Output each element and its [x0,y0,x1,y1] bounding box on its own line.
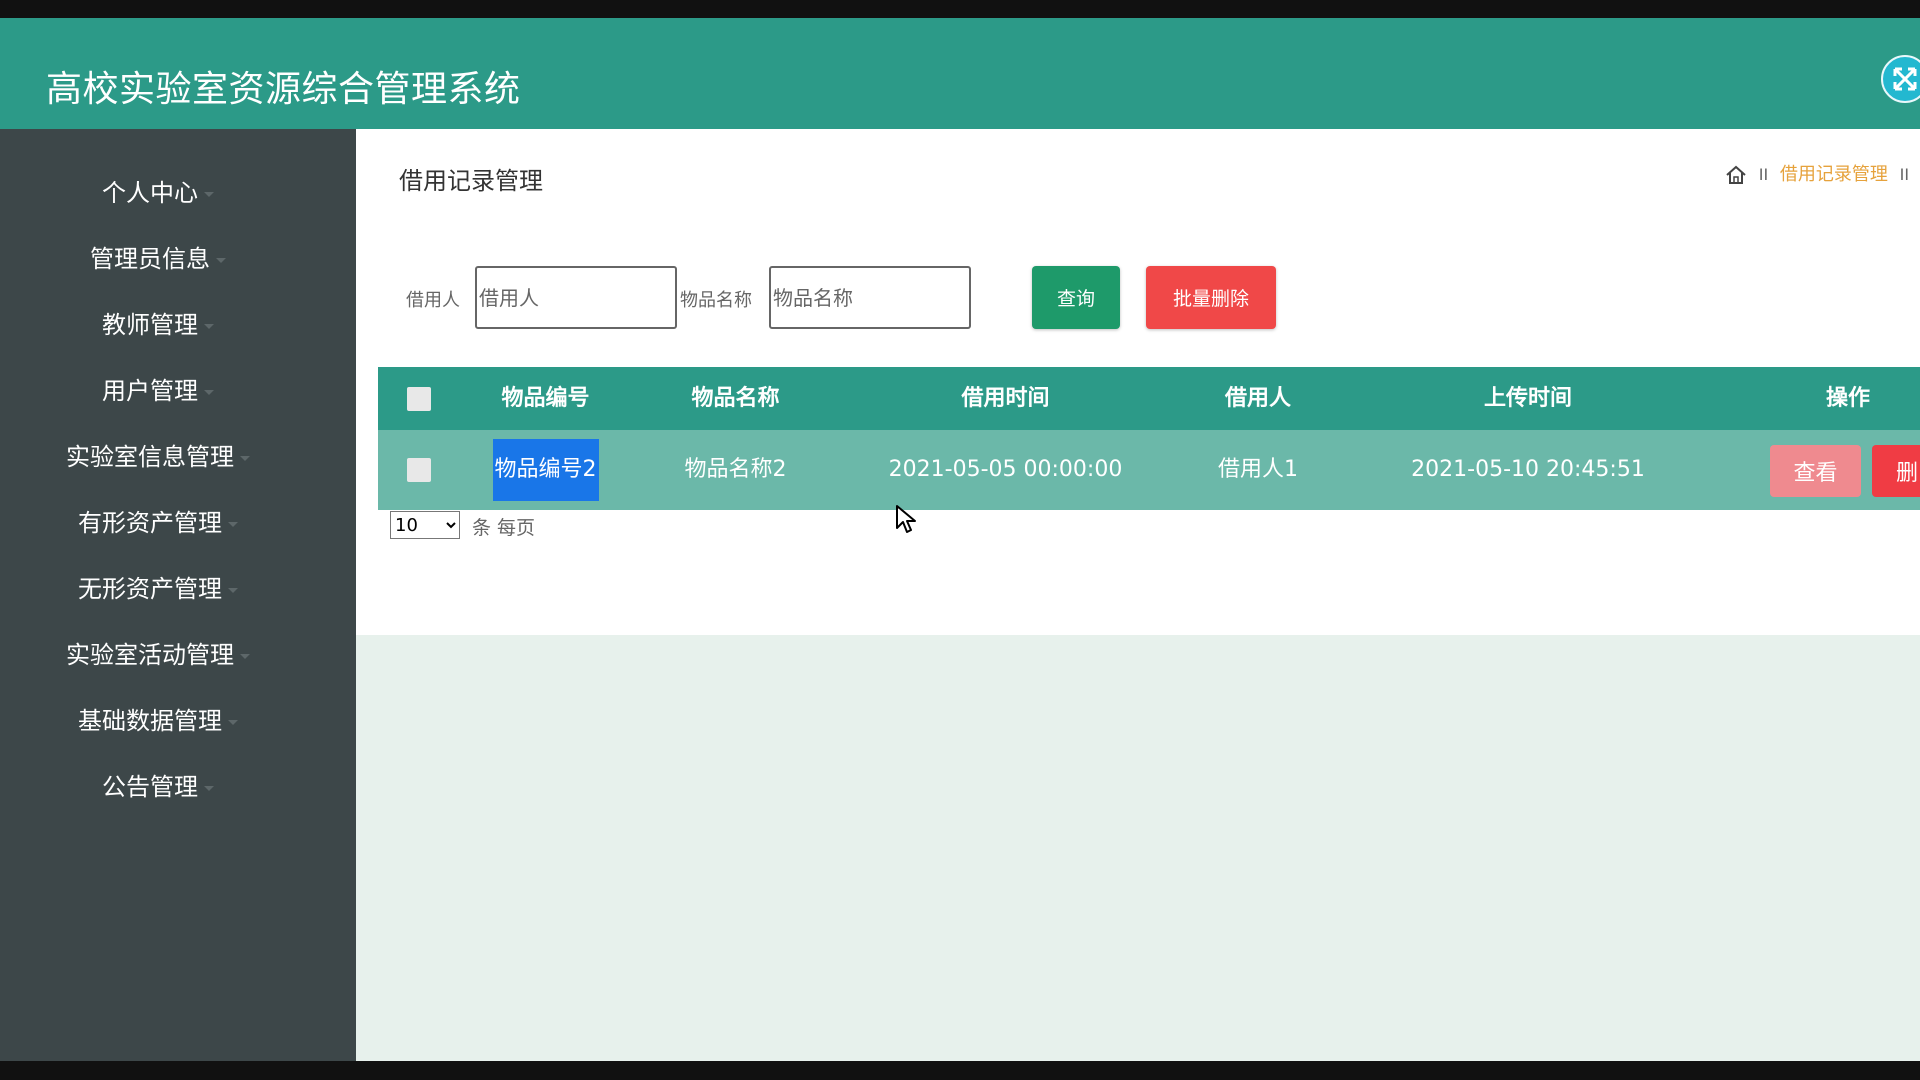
caret-down-icon [204,191,214,197]
sidebar-item-label: 实验室活动管理 [66,641,234,669]
sidebar-item-announcements[interactable]: 公告管理 [0,762,316,812]
home-icon[interactable] [1725,164,1747,186]
table-header: 物品编号 物品名称 借用时间 借用人 上传时间 操作 [378,367,1920,430]
app-title: 高校实验室资源综合管理系统 [46,69,521,110]
column-header-item-name[interactable]: 物品名称 [648,367,823,430]
sidebar-item-label: 管理员信息 [90,245,210,273]
sidebar-item-admin-info[interactable]: 管理员信息 [0,234,316,284]
sidebar-item-teacher-management[interactable]: 教师管理 [0,300,316,350]
breadcrumb-separator: II [1899,165,1910,184]
sidebar-item-label: 用户管理 [102,377,198,405]
sidebar-item-lab-info[interactable]: 实验室信息管理 [0,432,316,482]
page-size-suffix: 条 每页 [472,517,536,539]
breadcrumb: II 借用记录管理 II 借 [1725,161,1920,189]
sidebar-item-label: 有形资产管理 [78,509,222,537]
view-button[interactable]: 查看 [1770,445,1861,497]
sidebar-item-basic-data[interactable]: 基础数据管理 [0,696,316,746]
caret-down-icon [228,587,238,593]
sidebar-item-label: 个人中心 [102,179,198,207]
column-header-borrow-time[interactable]: 借用时间 [873,367,1138,430]
item-name-input[interactable] [769,266,971,329]
caret-down-icon [240,455,250,461]
sidebar-item-label: 公告管理 [102,773,198,801]
cell-item-no: 物品编号2 [478,430,613,510]
expand-arrows-icon [1893,67,1917,91]
caret-down-icon [204,785,214,791]
bottom-letterbox-bar [0,1061,1920,1080]
caret-down-icon [216,257,226,263]
cell-borrower: 借用人1 [1218,457,1298,482]
breadcrumb-link-borrow-records[interactable]: 借用记录管理 [1780,164,1888,185]
table-row[interactable]: 物品编号2 物品名称2 2021-05-05 00:00:00 借用人1 202… [378,430,1920,510]
cell-item-name: 物品名称2 [684,457,787,482]
selected-text: 物品编号2 [492,439,599,501]
top-letterbox-bar [0,0,1920,18]
app-header: 高校实验室资源综合管理系统 [0,18,1920,129]
cell-upload-time: 2021-05-10 20:45:51 [1411,457,1645,482]
column-header-item-no[interactable]: 物品编号 [478,367,613,430]
row-checkbox[interactable] [407,458,431,482]
select-all-checkbox[interactable] [407,387,431,411]
page-title: 借用记录管理 [399,167,543,195]
caret-down-icon [228,521,238,527]
sidebar-item-label: 实验室信息管理 [66,443,234,471]
breadcrumb-separator: II [1758,165,1769,184]
caret-down-icon [228,719,238,725]
borrower-label: 借用人 [406,290,460,311]
delete-button[interactable]: 删 [1872,445,1920,497]
column-header-upload-time[interactable]: 上传时间 [1393,367,1663,430]
column-header-actions: 操作 [1825,386,1870,411]
item-name-label: 物品名称 [680,290,752,311]
query-button[interactable]: 查询 [1032,266,1120,329]
batch-delete-button[interactable]: 批量删除 [1146,266,1276,329]
column-header-borrower[interactable]: 借用人 [1178,367,1338,430]
pagination: 10 条 每页 [390,511,535,541]
borrower-input[interactable] [475,266,677,329]
page-size-select[interactable]: 10 [390,511,460,539]
sidebar-item-tangible-assets[interactable]: 有形资产管理 [0,498,316,548]
mouse-cursor-icon [896,505,916,533]
sidebar-item-personal-center[interactable]: 个人中心 [0,168,316,218]
sidebar-item-label: 无形资产管理 [78,575,222,603]
sidebar-item-label: 教师管理 [102,311,198,339]
sidebar-item-intangible-assets[interactable]: 无形资产管理 [0,564,316,614]
caret-down-icon [240,653,250,659]
sidebar-item-user-management[interactable]: 用户管理 [0,366,316,416]
main-content: 借用记录管理 II 借用记录管理 II 借 借用人 物品名称 查询 批量删除 物… [356,129,1920,635]
fullscreen-button[interactable] [1881,55,1920,103]
caret-down-icon [204,323,214,329]
sidebar-item-label: 基础数据管理 [78,707,222,735]
sidebar: 个人中心 管理员信息 教师管理 用户管理 实验室信息管理 有形资产管理 无形资产… [0,129,356,1061]
cell-borrow-time: 2021-05-05 00:00:00 [888,457,1123,482]
caret-down-icon [204,389,214,395]
sidebar-item-lab-activities[interactable]: 实验室活动管理 [0,630,316,680]
